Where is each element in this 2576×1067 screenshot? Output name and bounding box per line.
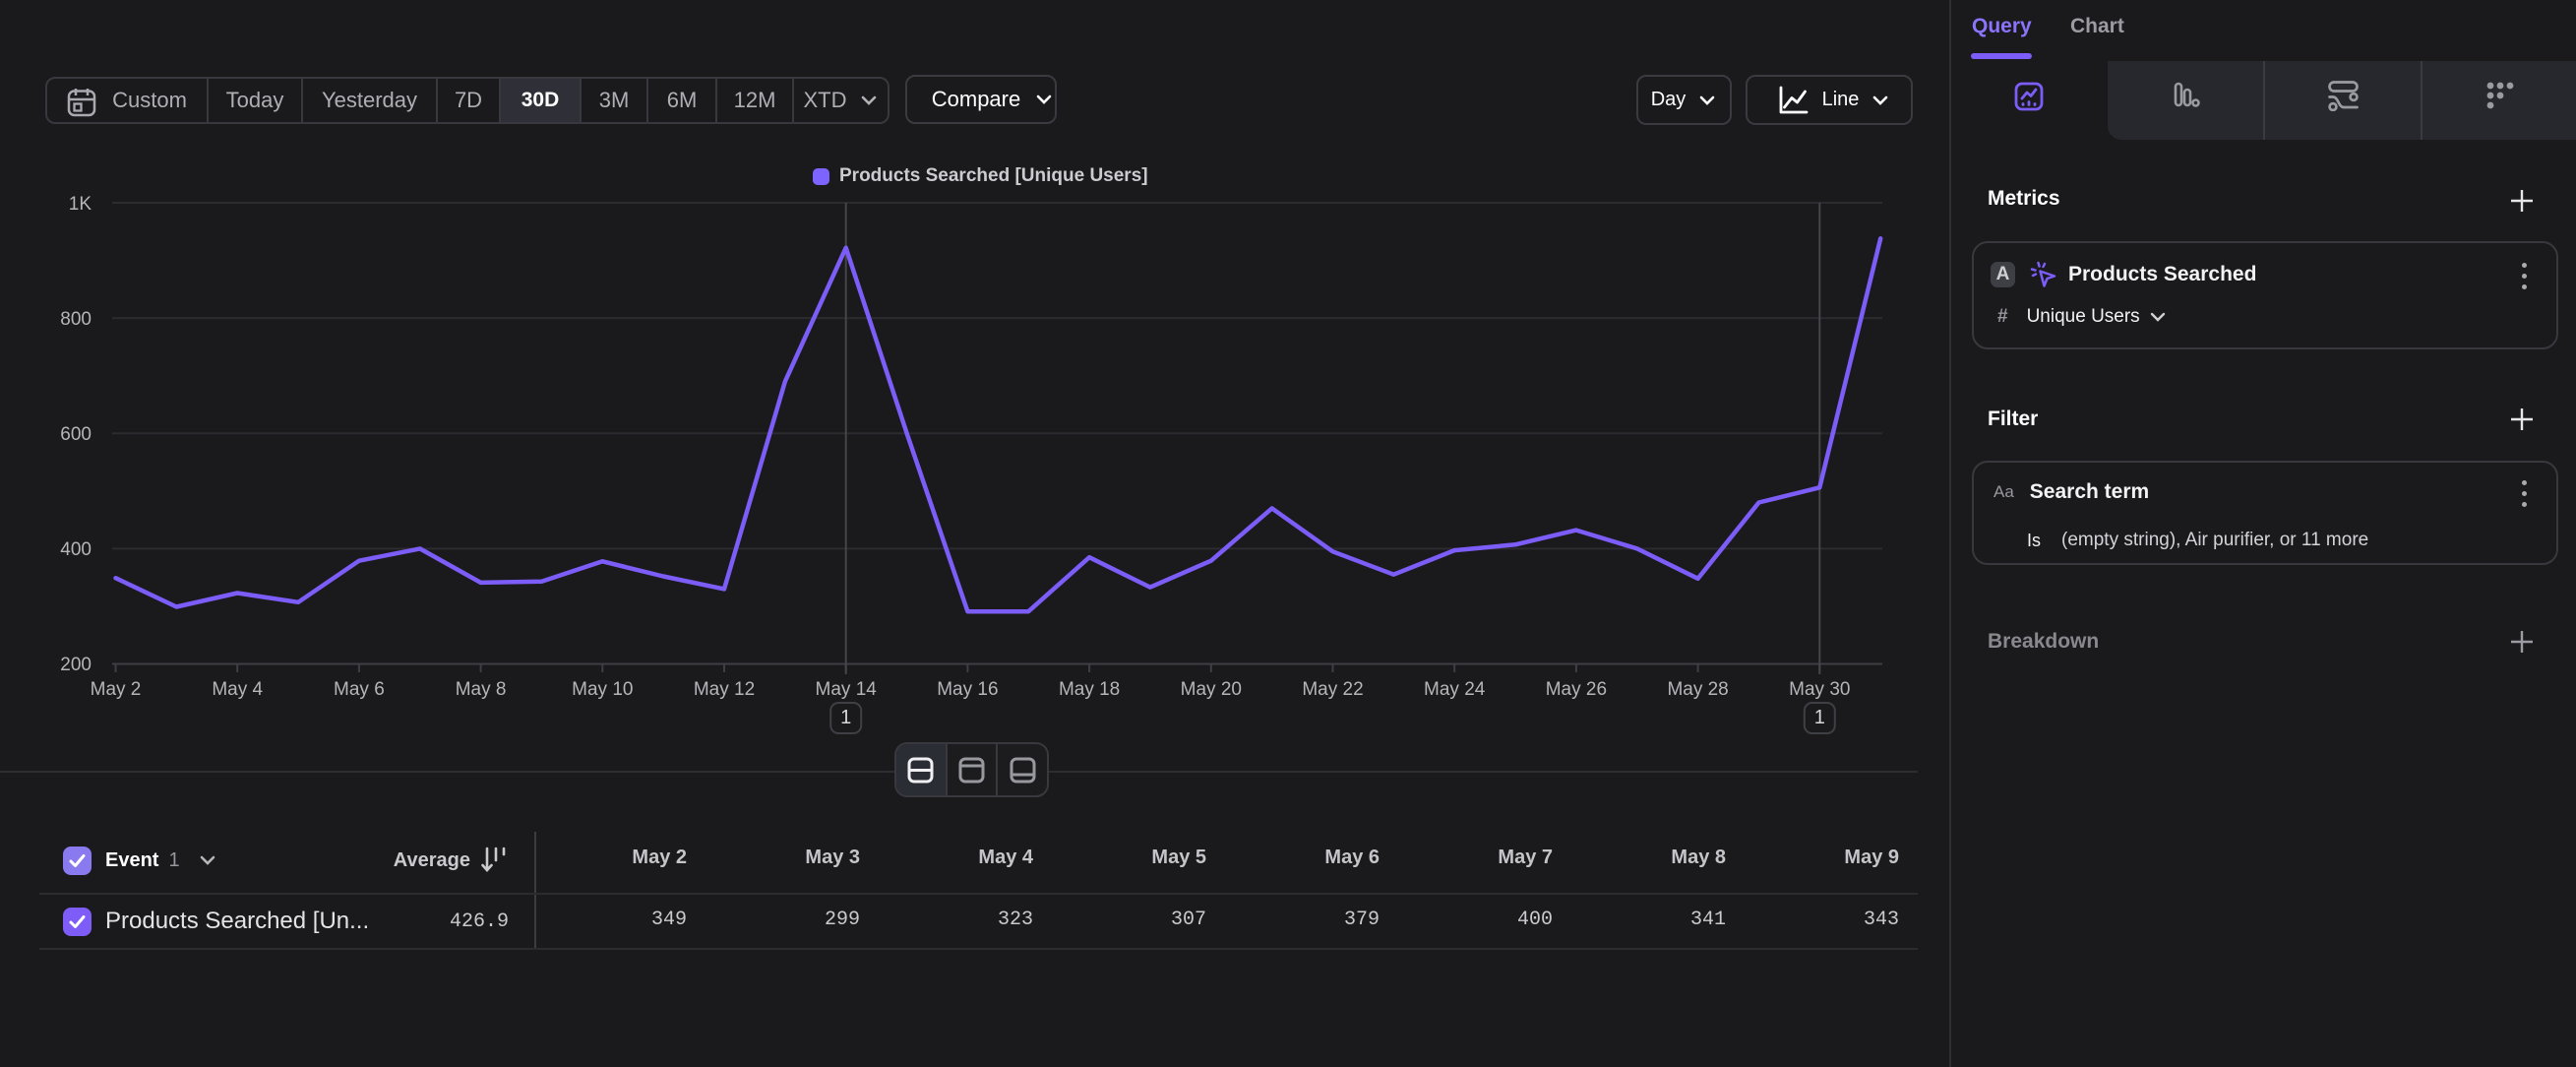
svg-text:600: 600	[60, 424, 92, 445]
svg-text:May 30: May 30	[1789, 679, 1850, 700]
svg-text:May 26: May 26	[1546, 679, 1607, 700]
svg-text:200: 200	[60, 655, 92, 675]
svg-text:1: 1	[840, 707, 851, 728]
svg-text:May 8: May 8	[456, 679, 507, 700]
svg-text:May 18: May 18	[1059, 679, 1120, 700]
svg-text:May 24: May 24	[1424, 679, 1486, 700]
svg-text:May 12: May 12	[694, 679, 755, 700]
svg-text:May 4: May 4	[212, 679, 263, 700]
svg-text:May 16: May 16	[937, 679, 998, 700]
svg-text:1K: 1K	[69, 194, 92, 215]
svg-text:May 6: May 6	[334, 679, 385, 700]
svg-text:800: 800	[60, 309, 92, 330]
svg-text:May 10: May 10	[572, 679, 633, 700]
svg-text:400: 400	[60, 539, 92, 560]
svg-text:May 28: May 28	[1667, 679, 1728, 700]
svg-text:May 20: May 20	[1181, 679, 1242, 700]
svg-text:May 2: May 2	[91, 679, 142, 700]
svg-text:1: 1	[1814, 707, 1825, 728]
svg-text:May 22: May 22	[1302, 679, 1363, 700]
svg-text:May 14: May 14	[816, 679, 878, 700]
